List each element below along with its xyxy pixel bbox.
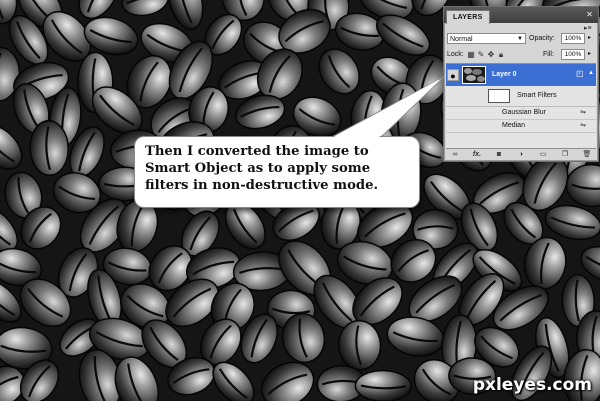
callout-text: Then I converted the image to Smart Obje… [145,144,379,193]
callout-bubble: Then I converted the image to Smart Obje… [134,136,420,208]
smart-filters-row[interactable]: Smart Filters [446,86,596,107]
close-icon[interactable]: ✕ [585,10,594,19]
opacity-input[interactable]: 100% [561,33,585,44]
layer-row-selected[interactable]: ● Layer 0 ◰ ▲ [446,64,596,86]
lock-all-icon[interactable]: 🔒︎ [497,50,505,59]
blend-mode-select[interactable]: Normal ▼ [447,33,526,44]
eye-icon[interactable]: ● [447,69,459,81]
smart-filters-label: Smart Filters [517,92,557,99]
layers-panel: LAYERS ✕ ▸≡ Normal ▼ Opacity: 100% ▸ Loc… [443,6,599,162]
blend-row: Normal ▼ Opacity: 100% ▸ [447,33,595,45]
lock-brush-icon[interactable]: ✎ [477,50,485,59]
lock-move-icon[interactable]: ✥ [487,50,495,59]
blending-options-icon[interactable]: ⇋ [580,120,586,132]
watermark: pxleyes.com [472,375,592,395]
panel-menu-icon[interactable]: ▸≡ [584,25,594,33]
filter-mask-thumbnail[interactable] [488,89,510,103]
chevron-up-icon[interactable]: ▲ [588,70,594,76]
link-icon[interactable]: ∞ [449,149,461,161]
opacity-slider-arrow-icon[interactable]: ▸ [588,33,591,44]
panel-footer: ∞ fx. ◙ ◑ ▭ ❐ 🗑︎ [444,148,598,161]
new-layer-icon[interactable]: ❐ [559,149,571,161]
group-icon[interactable]: ▭ [537,149,549,161]
adjustment-icon[interactable]: ◑ [515,149,527,161]
fx-icon[interactable]: fx. [471,149,483,161]
filter-row-median[interactable]: Median ⇋ [446,120,596,133]
fill-slider-arrow-icon[interactable]: ▸ [588,49,591,60]
filter-name: Median [502,122,525,129]
lock-row: Lock: ▦ ✎ ✥ 🔒︎ Fill: 100% ▸ [447,49,595,61]
blend-mode-value: Normal [450,36,473,43]
coffee-bean [354,369,412,401]
filter-name: Gaussian Blur [502,109,546,116]
filter-row-gaussian-blur[interactable]: Gaussian Blur ⇋ [446,107,596,120]
fill-label: Fill: [543,51,554,58]
trash-icon[interactable]: 🗑︎ [581,149,593,161]
chevron-down-icon: ▼ [517,36,523,42]
smart-object-icon: ◰ [576,69,584,78]
fill-input[interactable]: 100% [561,49,585,60]
layers-list: ● Layer 0 ◰ ▲ Smart Filters Gaussian Blu… [446,63,596,149]
blending-options-icon[interactable]: ⇋ [580,107,586,119]
lock-label: Lock: [447,51,464,58]
panel-titlebar: LAYERS ✕ [444,7,598,24]
opacity-label: Opacity: [529,35,555,42]
layer-thumbnail [462,66,486,84]
layer-name: Layer 0 [492,71,517,78]
mask-icon[interactable]: ◙ [493,149,505,161]
lock-transparent-icon[interactable]: ▦ [467,50,475,59]
layers-tab[interactable]: LAYERS [446,10,490,24]
